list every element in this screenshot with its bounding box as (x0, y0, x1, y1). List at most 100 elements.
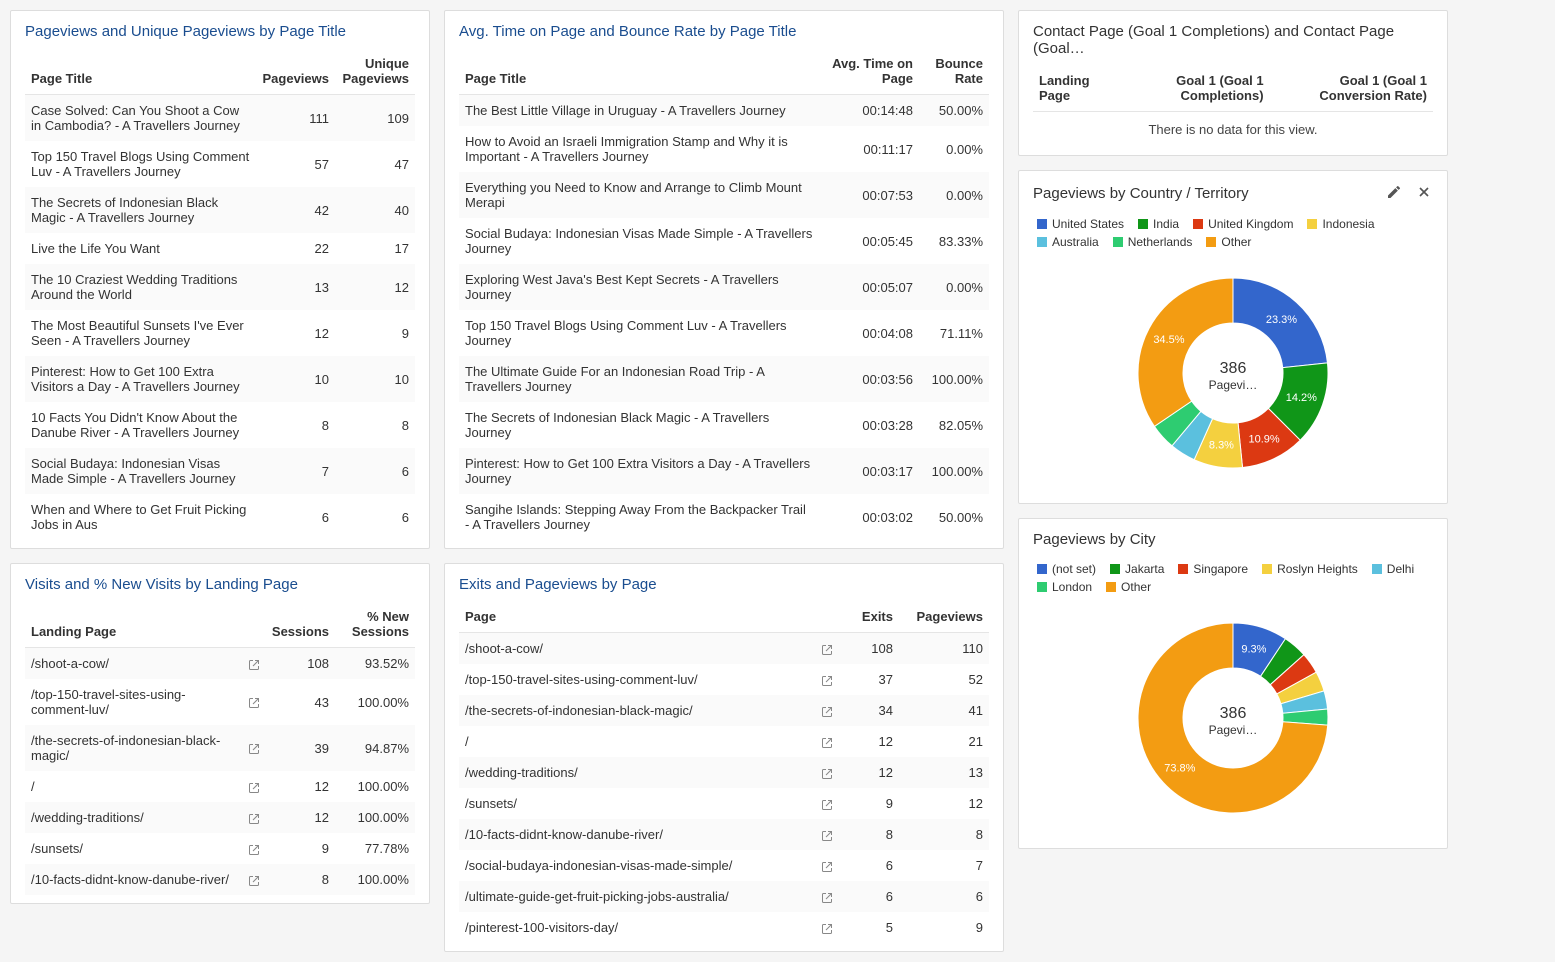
no-data-message: There is no data for this view. (1033, 112, 1433, 147)
table-row[interactable]: /social-budaya-indonesian-visas-made-sim… (459, 850, 989, 881)
table-row[interactable]: / 12 100.00% (25, 771, 415, 802)
col-landing-page[interactable]: Landing Page (25, 601, 266, 648)
col-pageviews[interactable]: Pageviews (899, 601, 989, 633)
legend-item[interactable]: Delhi (1372, 562, 1414, 576)
legend-item[interactable]: India (1138, 217, 1179, 231)
col-goal-conversion[interactable]: Goal 1 (Goal 1 Conversion Rate) (1270, 65, 1433, 112)
table-row[interactable]: Sangihe Islands: Stepping Away From the … (459, 494, 989, 540)
table-row[interactable]: How to Avoid an Israeli Immigration Stam… (459, 126, 989, 172)
table-row[interactable]: Top 150 Travel Blogs Using Comment Luv -… (459, 310, 989, 356)
external-link-icon[interactable] (821, 765, 833, 780)
col-unique-pageviews[interactable]: Unique Pageviews (335, 48, 415, 95)
legend-item[interactable]: Other (1106, 580, 1151, 594)
col-avg-time[interactable]: Avg. Time on Page (819, 48, 919, 95)
table-row[interactable]: /ultimate-guide-get-fruit-picking-jobs-a… (459, 881, 989, 912)
table-row[interactable]: /10-facts-didnt-know-danube-river/ 8 8 (459, 819, 989, 850)
legend-item[interactable]: Jakarta (1110, 562, 1164, 576)
exits-table: Page Exits Pageviews /shoot-a-cow/ 108 1… (459, 601, 989, 943)
table-row[interactable]: /10-facts-didnt-know-danube-river/ 8 100… (25, 864, 415, 895)
legend-item[interactable]: Roslyn Heights (1262, 562, 1358, 576)
table-row[interactable]: Case Solved: Can You Shoot a Cow in Camb… (25, 95, 415, 142)
cell-title: The Best Little Village in Uruguay - A T… (459, 95, 819, 127)
col-page-title[interactable]: Page Title (25, 48, 257, 95)
table-row[interactable]: The Secrets of Indonesian Black Magic - … (25, 187, 415, 233)
edit-icon[interactable] (1385, 183, 1403, 201)
table-row[interactable]: /sunsets/ 9 77.78% (25, 833, 415, 864)
table-row[interactable]: Pinterest: How to Get 100 Extra Visitors… (25, 356, 415, 402)
table-row[interactable]: 10 Facts You Didn't Know About the Danub… (25, 402, 415, 448)
legend-item[interactable]: United States (1037, 217, 1124, 231)
cell-title: The 10 Craziest Wedding Traditions Aroun… (25, 264, 257, 310)
table-row[interactable]: Live the Life You Want 22 17 (25, 233, 415, 264)
close-icon[interactable] (1415, 183, 1433, 201)
legend-item[interactable]: Indonesia (1307, 217, 1374, 231)
external-link-icon[interactable] (248, 779, 260, 794)
external-link-icon[interactable] (248, 656, 260, 671)
col-bounce-rate[interactable]: Bounce Rate (919, 48, 989, 95)
cell-bounce: 0.00% (919, 126, 989, 172)
table-row[interactable]: Exploring West Java's Best Kept Secrets … (459, 264, 989, 310)
external-link-icon[interactable] (248, 841, 260, 856)
legend-item[interactable]: Other (1206, 235, 1251, 249)
table-row[interactable]: Social Budaya: Indonesian Visas Made Sim… (25, 448, 415, 494)
external-link-icon[interactable] (821, 858, 833, 873)
table-row[interactable]: When and Where to Get Fruit Picking Jobs… (25, 494, 415, 540)
col-sessions[interactable]: Sessions (266, 601, 335, 648)
legend-item[interactable]: London (1037, 580, 1092, 594)
col-pageviews[interactable]: Pageviews (257, 48, 336, 95)
table-row[interactable]: /shoot-a-cow/ 108 93.52% (25, 648, 415, 680)
external-link-icon[interactable] (248, 695, 260, 710)
external-link-icon[interactable] (821, 734, 833, 749)
donut-center-label: Pagevi… (1209, 378, 1258, 392)
cell-avg-time: 00:03:17 (819, 448, 919, 494)
table-row[interactable]: /top-150-travel-sites-using-comment-luv/… (25, 679, 415, 725)
table-row[interactable]: Everything you Need to Know and Arrange … (459, 172, 989, 218)
external-link-icon[interactable] (821, 889, 833, 904)
external-link-icon[interactable] (248, 872, 260, 887)
table-row[interactable]: /top-150-travel-sites-using-comment-luv/… (459, 664, 989, 695)
cell-exits: 6 (839, 850, 899, 881)
legend-item[interactable]: Australia (1037, 235, 1099, 249)
table-row[interactable]: /wedding-traditions/ 12 13 (459, 757, 989, 788)
table-row[interactable]: The Most Beautiful Sunsets I've Ever See… (25, 310, 415, 356)
table-row[interactable]: /sunsets/ 9 12 (459, 788, 989, 819)
cell-page: /shoot-a-cow/ (459, 633, 839, 665)
table-row[interactable]: / 12 21 (459, 726, 989, 757)
table-row[interactable]: The Ultimate Guide For an Indonesian Roa… (459, 356, 989, 402)
legend-item[interactable]: Netherlands (1113, 235, 1193, 249)
table-row[interactable]: The Secrets of Indonesian Black Magic - … (459, 402, 989, 448)
col-page[interactable]: Page (459, 601, 839, 633)
table-row[interactable]: /wedding-traditions/ 12 100.00% (25, 802, 415, 833)
cell-avg-time: 00:03:56 (819, 356, 919, 402)
table-row[interactable]: Pinterest: How to Get 100 Extra Visitors… (459, 448, 989, 494)
external-link-icon[interactable] (821, 920, 833, 935)
col-landing-page[interactable]: Landing Page (1033, 65, 1117, 112)
legend-item[interactable]: Singapore (1178, 562, 1248, 576)
external-link-icon[interactable] (248, 810, 260, 825)
legend-item[interactable]: (not set) (1037, 562, 1096, 576)
external-link-icon[interactable] (821, 672, 833, 687)
table-row[interactable]: /the-secrets-of-indonesian-black-magic/ … (459, 695, 989, 726)
external-link-icon[interactable] (821, 796, 833, 811)
cell-title: Pinterest: How to Get 100 Extra Visitors… (25, 356, 257, 402)
slice-pct-label: 14.2% (1286, 392, 1317, 404)
table-row[interactable]: Social Budaya: Indonesian Visas Made Sim… (459, 218, 989, 264)
legend-item[interactable]: United Kingdom (1193, 217, 1293, 231)
col-new-sessions[interactable]: % New Sessions (335, 601, 415, 648)
col-page-title[interactable]: Page Title (459, 48, 819, 95)
external-link-icon[interactable] (821, 703, 833, 718)
col-exits[interactable]: Exits (839, 601, 899, 633)
external-link-icon[interactable] (248, 741, 260, 756)
table-row[interactable]: /pinterest-100-visitors-day/ 5 9 (459, 912, 989, 943)
table-row[interactable]: The 10 Craziest Wedding Traditions Aroun… (25, 264, 415, 310)
donut-chart-country[interactable]: 23.3%14.2%10.9%8.3%34.5%386Pagevi… (1113, 263, 1353, 483)
external-link-icon[interactable] (821, 641, 833, 656)
table-row[interactable]: /shoot-a-cow/ 108 110 (459, 633, 989, 665)
external-link-icon[interactable] (821, 827, 833, 842)
table-row[interactable]: Top 150 Travel Blogs Using Comment Luv -… (25, 141, 415, 187)
donut-slice[interactable] (1138, 278, 1233, 426)
donut-chart-city[interactable]: 9.3%73.8%386Pagevi… (1113, 608, 1353, 828)
table-row[interactable]: The Best Little Village in Uruguay - A T… (459, 95, 989, 127)
table-row[interactable]: /the-secrets-of-indonesian-black-magic/ … (25, 725, 415, 771)
col-goal-completions[interactable]: Goal 1 (Goal 1 Completions) (1117, 65, 1269, 112)
